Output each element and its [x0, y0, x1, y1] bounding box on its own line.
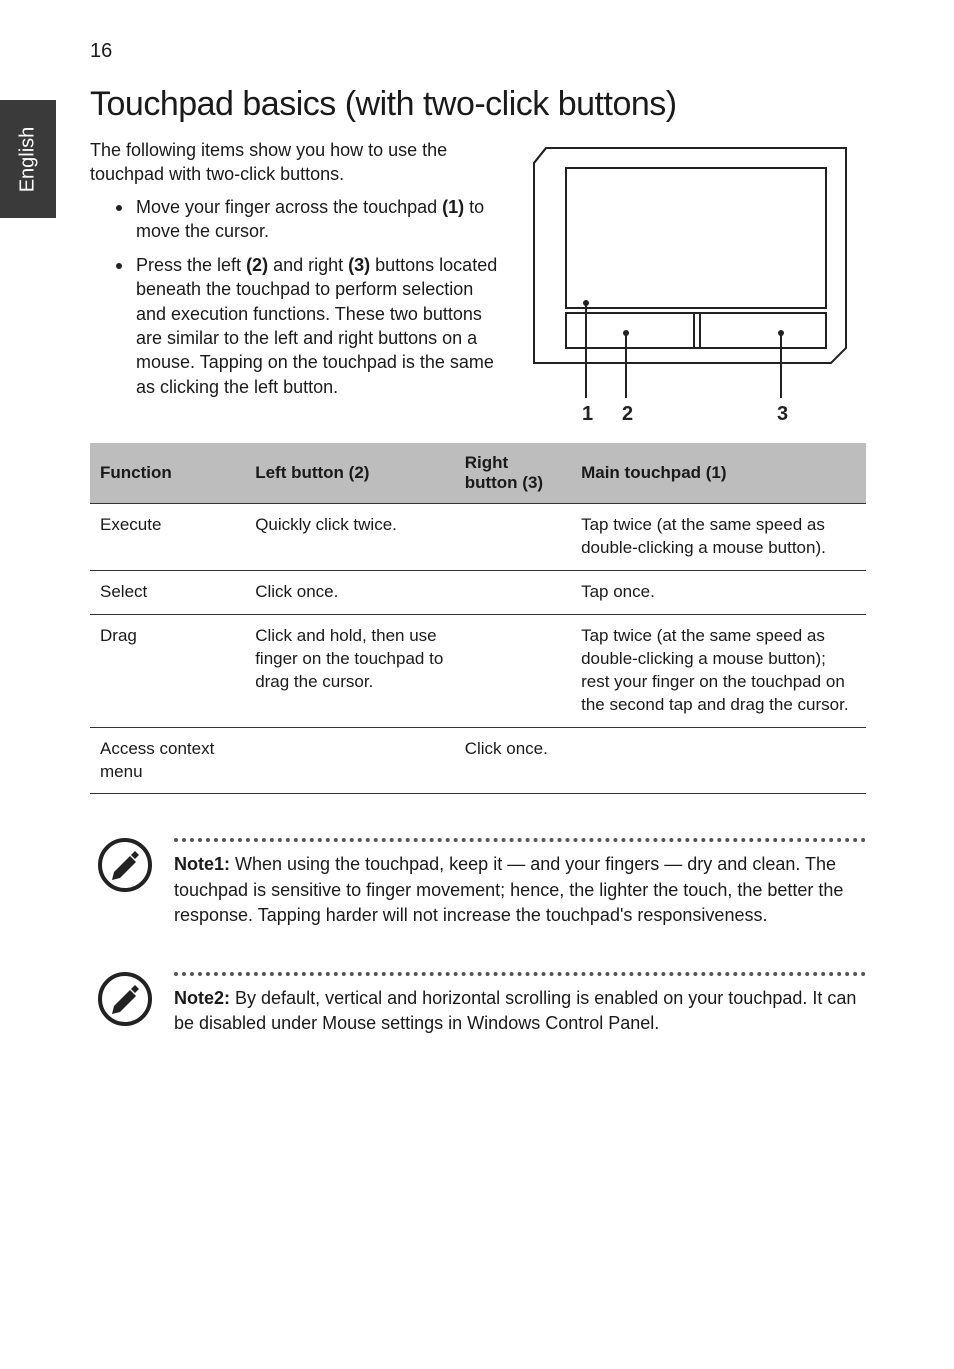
cell-left [245, 727, 455, 794]
cell-left: Click and hold, then use finger on the t… [245, 614, 455, 727]
bullet-text-part: Move your finger across the touchpad [136, 197, 442, 217]
note-block: Note1: When using the touchpad, keep it … [90, 838, 866, 928]
col-right-button: Right button (3) [455, 443, 571, 504]
note-label: Note2: [174, 988, 230, 1008]
cell-main: Tap twice (at the same speed as double-c… [571, 504, 866, 571]
col-main-touchpad: Main touchpad (1) [571, 443, 866, 504]
bullet-text-part: and right [268, 255, 348, 275]
bullet-dot-icon [116, 205, 122, 211]
bullet-item: Move your finger across the touchpad (1)… [90, 195, 506, 244]
cell-left: Click once. [245, 570, 455, 614]
bullet-item: Press the left (2) and right (3) buttons… [90, 253, 506, 399]
cell-right [455, 504, 571, 571]
note-text: Note1: When using the touchpad, keep it … [174, 852, 866, 928]
cell-function: Drag [90, 614, 245, 727]
table-row: Select Click once. Tap once. [90, 570, 866, 614]
table-row: Access context menu Click once. [90, 727, 866, 794]
cell-function: Execute [90, 504, 245, 571]
cell-function: Access context menu [90, 727, 245, 794]
page-number: 16 [90, 40, 866, 63]
note-text: Note2: By default, vertical and horizont… [174, 986, 866, 1036]
note-body: When using the touchpad, keep it — and y… [174, 854, 843, 924]
cell-main: Tap once. [571, 570, 866, 614]
note-body: By default, vertical and horizontal scro… [174, 988, 856, 1033]
cell-function: Select [90, 570, 245, 614]
bullet-bold: (1) [442, 197, 464, 217]
col-left-button: Left button (2) [245, 443, 455, 504]
note-pencil-icon [98, 972, 152, 1026]
intro-text: The following items show you how to use … [90, 138, 506, 187]
touchpad-diagram-svg: 1 2 3 [526, 138, 866, 428]
table-row: Execute Quickly click twice. Tap twice (… [90, 504, 866, 571]
table-row: Drag Click and hold, then use finger on … [90, 614, 866, 727]
bullet-dot-icon [116, 263, 122, 269]
note-label: Note1: [174, 854, 230, 874]
function-table: Function Left button (2) Right button (3… [90, 443, 866, 794]
col-function: Function [90, 443, 245, 504]
bullet-text-part: buttons located beneath the touchpad to … [136, 255, 497, 396]
bullet-text-part: Press the left [136, 255, 246, 275]
note-pencil-icon [98, 838, 152, 892]
cell-right [455, 570, 571, 614]
language-tab-label: English [17, 126, 40, 192]
diagram-label-2: 2 [622, 403, 633, 425]
bullet-text: Move your finger across the touchpad (1)… [136, 195, 506, 244]
dotted-divider [174, 972, 866, 976]
cell-main [571, 727, 866, 794]
language-tab: English [0, 100, 56, 218]
cell-right [455, 614, 571, 727]
cell-left: Quickly click twice. [245, 504, 455, 571]
diagram-label-3: 3 [777, 403, 788, 425]
note-block: Note2: By default, vertical and horizont… [90, 972, 866, 1036]
dotted-divider [174, 838, 866, 842]
cell-right: Click once. [455, 727, 571, 794]
bullet-bold: (2) [246, 255, 268, 275]
page-title: Touchpad basics (with two-click buttons) [90, 85, 866, 124]
cell-main: Tap twice (at the same speed as double-c… [571, 614, 866, 727]
bullet-text: Press the left (2) and right (3) buttons… [136, 253, 506, 399]
touchpad-diagram: 1 2 3 [526, 138, 866, 433]
bullet-bold: (3) [348, 255, 370, 275]
diagram-label-1: 1 [582, 403, 593, 425]
